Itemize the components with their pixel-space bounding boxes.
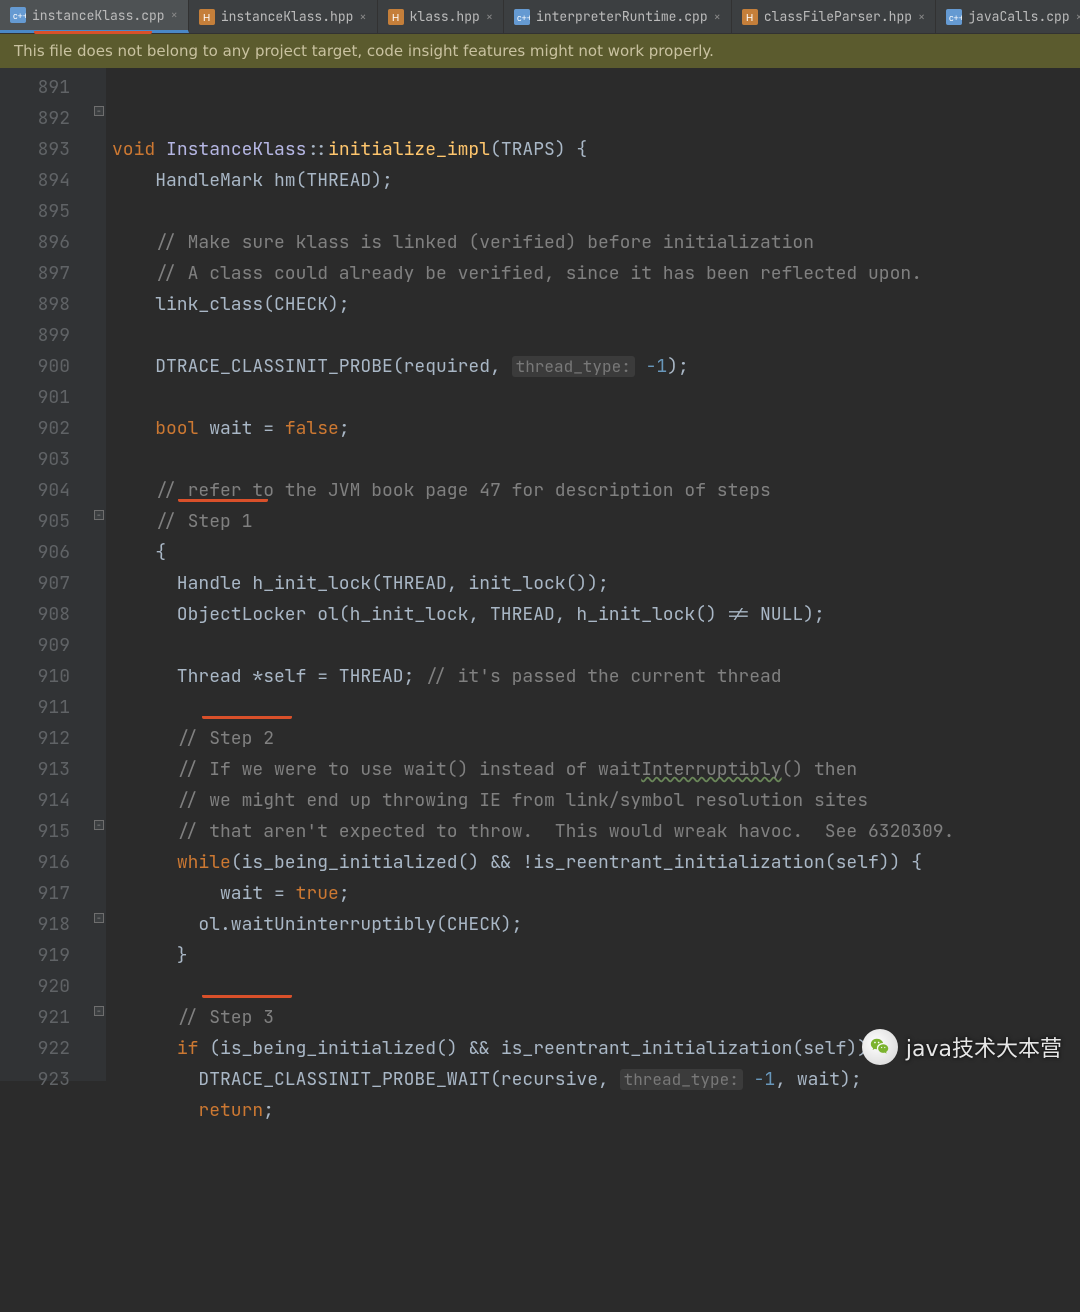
wechat-icon: [862, 1029, 898, 1065]
hpp-file-icon: H: [388, 9, 404, 25]
code-line: bool wait = false;: [112, 417, 350, 440]
code-line: // we might end up throwing IE from link…: [112, 789, 868, 812]
tab-label: klass.hpp: [410, 8, 480, 25]
tab-javacalls-cpp[interactable]: c++ javaCalls.cpp ×: [936, 0, 1080, 33]
code-line: // If we were to use wait() instead of w…: [112, 758, 857, 781]
code-line: if (is_being_initialized() && is_reentra…: [112, 1037, 890, 1060]
svg-text:H: H: [746, 13, 753, 24]
code-line: DTRACE_CLASSINIT_PROBE_WAIT(recursive, t…: [112, 1068, 862, 1091]
code-line: Thread *self = THREAD; // it's passed th…: [112, 665, 782, 688]
tab-classfileparser-hpp[interactable]: H classFileParser.hpp ×: [732, 0, 936, 33]
close-icon[interactable]: ×: [1076, 9, 1080, 25]
tab-interpreterruntime-cpp[interactable]: c++ interpreterRuntime.cpp ×: [504, 0, 732, 33]
code-line: // Step 2: [112, 727, 274, 750]
svg-text:c++: c++: [949, 13, 962, 23]
watermark: java技术大本营: [862, 1029, 1062, 1065]
code-line: ObjectLocker ol(h_init_lock, THREAD, h_i…: [112, 603, 825, 626]
code-line: HandleMark hm(THREAD);: [112, 169, 393, 192]
warning-banner: This file does not belong to any project…: [0, 34, 1080, 68]
cpp-file-icon: c++: [10, 7, 26, 23]
fold-marker-icon[interactable]: −: [94, 1006, 104, 1016]
tab-label: javaCalls.cpp: [968, 8, 1069, 25]
line-number-gutter: 891 892 893 894 895 896 897 898 899 900 …: [0, 68, 92, 1081]
tab-klass-hpp[interactable]: H klass.hpp ×: [378, 0, 504, 33]
code-line: wait = true;: [112, 882, 350, 905]
code-line: while(is_being_initialized() && !is_reen…: [112, 851, 922, 874]
svg-text:H: H: [392, 13, 399, 24]
svg-text:H: H: [203, 13, 210, 24]
fold-marker-icon[interactable]: −: [94, 820, 104, 830]
cpp-file-icon: c++: [946, 9, 962, 25]
code-editor[interactable]: 891 892 893 894 895 896 897 898 899 900 …: [0, 68, 1080, 1081]
tab-label: interpreterRuntime.cpp: [536, 8, 708, 25]
fold-column: − − − − −: [92, 68, 106, 1081]
editor-tab-bar: c++ instanceKlass.cpp × H instanceKlass.…: [0, 0, 1080, 34]
code-line: link_class(CHECK);: [112, 293, 350, 316]
code-line: // Make sure klass is linked (verified) …: [112, 231, 814, 254]
code-line: ol.waitUninterruptibly(CHECK);: [112, 913, 522, 936]
hpp-file-icon: H: [742, 9, 758, 25]
fold-marker-icon[interactable]: −: [94, 510, 104, 520]
hpp-file-icon: H: [199, 9, 215, 25]
annotation-underline: [34, 30, 152, 34]
code-line: // A class could already be verified, si…: [112, 262, 922, 285]
close-icon[interactable]: ×: [486, 9, 493, 25]
code-line: // Step 1: [112, 510, 252, 533]
close-icon[interactable]: ×: [714, 9, 721, 25]
fold-marker-icon[interactable]: −: [94, 106, 104, 116]
code-line: return;: [112, 1099, 274, 1122]
code-line: Handle h_init_lock(THREAD, init_lock());: [112, 572, 609, 595]
watermark-text: java技术大本营: [906, 1031, 1062, 1063]
svg-text:c++: c++: [517, 13, 530, 23]
code-line: // that aren't expected to throw. This w…: [112, 820, 954, 843]
close-icon[interactable]: ×: [359, 9, 366, 25]
cpp-file-icon: c++: [514, 9, 530, 25]
tab-label: instanceKlass.cpp: [32, 7, 165, 24]
svg-text:c++: c++: [13, 11, 26, 21]
tab-instanceklass-hpp[interactable]: H instanceKlass.hpp ×: [189, 0, 378, 33]
annotation-underline: [202, 994, 292, 998]
code-line: DTRACE_CLASSINIT_PROBE(required, thread_…: [112, 355, 689, 378]
code-line: {: [112, 541, 166, 564]
fold-marker-icon[interactable]: −: [94, 913, 104, 923]
close-icon[interactable]: ×: [918, 9, 925, 25]
code-line: void InstanceKlass::initialize_impl(TRAP…: [112, 138, 587, 161]
code-area[interactable]: void InstanceKlass::initialize_impl(TRAP…: [106, 68, 1080, 1081]
code-line: }: [112, 944, 188, 967]
code-line: // Step 3: [112, 1006, 274, 1029]
annotation-underline: [202, 715, 292, 719]
inlay-hint: thread_type:: [512, 356, 635, 377]
annotation-underline: [178, 498, 268, 502]
tab-instanceklass-cpp[interactable]: c++ instanceKlass.cpp ×: [0, 0, 189, 33]
inlay-hint: thread_type:: [620, 1069, 743, 1090]
tab-label: classFileParser.hpp: [764, 8, 912, 25]
warning-text: This file does not belong to any project…: [14, 42, 714, 60]
tab-label: instanceKlass.hpp: [221, 8, 354, 25]
close-icon[interactable]: ×: [171, 7, 178, 23]
